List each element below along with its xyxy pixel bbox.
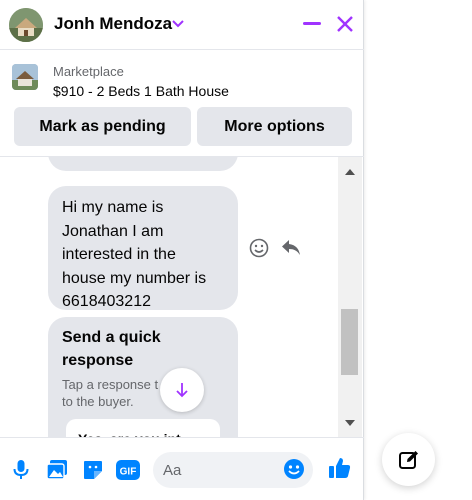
marketplace-listing[interactable]: Marketplace $910 - 2 Beds 1 Bath House [0, 50, 364, 106]
listing-title: $910 - 2 Beds 1 Bath House [53, 83, 229, 99]
minimize-icon[interactable] [300, 12, 324, 36]
message-line: Jonathan I am [62, 222, 164, 240]
message-list: Hi my name is Jonathan I am interested i… [0, 157, 338, 437]
gif-label: GIF [120, 467, 137, 478]
quick-response-title-line: Send a quick [62, 329, 161, 346]
chat-window: Jonh Mendoza Marketplace $910 - 2 Beds 1… [0, 0, 364, 500]
message-input-wrapper[interactable] [153, 452, 313, 488]
message-line: interested in the [62, 246, 176, 263]
chevron-down-icon[interactable] [171, 16, 185, 34]
chat-header: Jonh Mendoza [0, 0, 364, 50]
quick-response-option[interactable]: Yes, are you int... [66, 419, 220, 437]
photo-icon[interactable] [44, 457, 70, 483]
sticker-icon[interactable] [80, 457, 106, 483]
message-input[interactable] [163, 452, 283, 488]
marketplace-label: Marketplace [53, 64, 124, 79]
arrow-down-icon[interactable] [160, 368, 204, 412]
message-scrollbar[interactable] [338, 157, 362, 437]
quick-response-title-line: response [62, 352, 134, 369]
scrollbar-thumb[interactable] [341, 309, 358, 375]
message-text: Hi my name is Jonathan I am interested i… [48, 186, 238, 324]
message-composer: GIF [0, 437, 364, 500]
more-options-button[interactable]: More options [197, 107, 352, 146]
message-line: house my number is [62, 269, 207, 287]
microphone-icon[interactable] [8, 457, 34, 483]
listing-thumbnail [12, 64, 38, 90]
message-bubble[interactable]: Hi my name is Jonathan I am interested i… [48, 186, 238, 310]
smiley-react-icon[interactable] [249, 238, 269, 263]
contact-name[interactable]: Jonh Mendoza [54, 14, 172, 34]
mark-as-pending-button[interactable]: Mark as pending [14, 107, 191, 146]
reply-icon[interactable] [281, 239, 301, 262]
scroll-up-arrow[interactable] [345, 169, 355, 175]
emoji-icon[interactable] [283, 458, 307, 482]
new-message-icon[interactable] [382, 433, 435, 486]
previous-message-bubble-outer [48, 157, 238, 171]
thumbs-up-icon[interactable] [327, 455, 353, 481]
message-line: 6618403212 [62, 293, 151, 310]
gif-icon[interactable]: GIF [115, 457, 141, 483]
close-icon[interactable] [333, 12, 357, 36]
avatar[interactable] [9, 8, 43, 42]
quick-response-card: Send a quick response Tap a response t d… [48, 317, 238, 437]
scroll-down-arrow[interactable] [345, 420, 355, 426]
quick-response-title: Send a quick response [62, 326, 224, 372]
message-line: Hi my name is [62, 199, 164, 216]
